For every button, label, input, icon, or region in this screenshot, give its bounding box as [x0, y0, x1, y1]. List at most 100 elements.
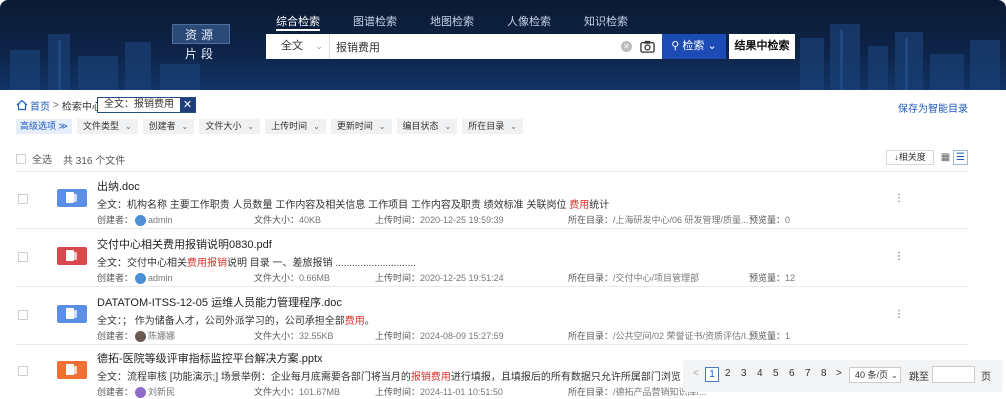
page-7[interactable]: 7 — [805, 368, 811, 379]
tab-portrait[interactable]: 人像检索 — [507, 13, 551, 31]
row-checkbox[interactable] — [18, 194, 28, 204]
avatar — [135, 387, 147, 399]
file-snippet: 全文：机构名称 主要工作职责 人员数量 工作内容及相关信息 工作项目 工作内容及… — [97, 200, 610, 211]
file-size: 文件大小：40KB — [254, 215, 322, 225]
creator: 创建者： admin — [97, 273, 173, 285]
directory: 所在目录：/上海研发中心/06 研发管理/质量... — [568, 215, 749, 225]
chevron-down-icon: ⌄ — [247, 122, 255, 131]
tab-comprehensive[interactable]: 综合检索 — [276, 13, 320, 31]
mode-resource[interactable]: 资源 — [172, 24, 230, 44]
file-title[interactable]: 出纳.doc — [97, 178, 140, 194]
file-size: 文件大小：101.67MB — [254, 387, 341, 397]
pagination: < 1 2 3 4 5 6 7 8 > 40 条/页 ⌄ 跳至 页 — [683, 360, 1003, 392]
camera-icon[interactable] — [640, 39, 655, 54]
scope-select[interactable]: 全文 ⌄ — [266, 34, 330, 59]
directory: 所在目录：/交付中心/项目管理部 — [568, 273, 700, 283]
page-8[interactable]: 8 — [821, 368, 827, 379]
chevron-down-icon: ⌄ — [510, 122, 517, 131]
close-icon[interactable]: ✕ — [180, 98, 195, 112]
file-title[interactable]: DATATOM-ITSS-12-05 运维人员能力管理程序.doc — [97, 294, 342, 310]
ppt-file-icon — [57, 361, 87, 379]
tab-graph[interactable]: 图谱检索 — [353, 13, 397, 31]
save-smart-directory-link[interactable]: 保存为智能目录 — [898, 100, 968, 115]
chevron-down-icon: ⌄ — [378, 122, 386, 131]
clear-icon[interactable]: ✕ — [621, 41, 632, 52]
advanced-options-button[interactable]: 高级选项 ≫ — [16, 119, 72, 134]
file-snippet: 全文：流程审核 [功能演示;] 场景举例：企业每月底需要各部门将当月的报销费用进… — [97, 372, 681, 383]
more-icon[interactable]: ⋮ — [894, 309, 904, 320]
search-banner: 资源 片段 综合检索 图谱检索 地图检索 人像检索 知识检索 全文 ⌄ ✕ ⚲ … — [0, 0, 1006, 90]
creator: 创建者： admin — [97, 215, 173, 227]
tab-knowledge[interactable]: 知识检索 — [584, 13, 628, 31]
page-current[interactable]: 1 — [705, 367, 719, 382]
jump-page-input[interactable] — [932, 366, 975, 383]
page-size-select[interactable]: 40 条/页 ⌄ — [849, 367, 901, 383]
select-all-label: 全选 — [32, 155, 52, 166]
search-in-results-button[interactable]: 结果中检索 — [729, 34, 795, 59]
list-header: 全选 共 316 个文件 ↓相关度 ▦ ☰ — [16, 150, 968, 167]
row-checkbox[interactable] — [18, 310, 28, 320]
breadcrumb-current: 检索中心 — [61, 101, 102, 113]
list-view-icon[interactable]: ☰ — [953, 150, 968, 165]
prev-page-button[interactable]: < — [693, 368, 699, 379]
file-size: 文件大小：32.55KB — [254, 331, 334, 341]
word-file-icon — [57, 305, 87, 323]
mode-fragment[interactable]: 片段 — [172, 44, 230, 64]
breadcrumb-home[interactable]: 首页 — [30, 98, 50, 113]
query-tag-label: 全文：报销费用 — [98, 98, 180, 112]
filter-bar: 高级选项 ≫ 文件类型 ⌄ 创建者 ⌄ 文件大小 ⌄ 上传时间 ⌄ 更新时间 ⌄ 编目状态… — [16, 119, 523, 135]
search-tabs: 综合检索 图谱检索 地图检索 人像检索 知识检索 — [276, 13, 661, 31]
creator: 创建者： 陈娜娜 — [97, 331, 176, 343]
more-icon[interactable]: ⋮ — [894, 193, 904, 204]
grid-view-icon[interactable]: ▦ — [939, 150, 952, 165]
breadcrumb-separator: > — [53, 99, 59, 111]
avatar — [135, 331, 147, 343]
avatar — [135, 215, 147, 227]
view-count: 预览量：1 — [749, 331, 791, 341]
word-file-icon — [57, 189, 87, 207]
query-tag: 全文：报销费用 ✕ — [97, 97, 196, 113]
chevron-down-icon: ⌄ — [313, 122, 320, 131]
table-row[interactable]: 出纳.doc 全文：机构名称 主要工作职责 人员数量 工作内容及相关信息 工作项… — [16, 172, 968, 229]
filter-catalog-status[interactable]: 编目状态 ⌄ — [396, 119, 458, 134]
avatar — [135, 273, 147, 285]
file-title[interactable]: 交付中心相关费用报销说明0830.pdf — [97, 236, 272, 252]
row-checkbox[interactable] — [18, 366, 28, 376]
filter-creator[interactable]: 创建者 ⌄ — [142, 119, 195, 134]
result-count: 共 316 个文件 — [63, 156, 126, 167]
row-checkbox[interactable] — [18, 252, 28, 262]
select-all-checkbox[interactable] — [16, 153, 26, 164]
table-row[interactable]: 交付中心相关费用报销说明0830.pdf 全文：交付中心相关费用报销说明 目录 … — [16, 230, 968, 287]
filter-file-type[interactable]: 文件类型 ⌄ — [76, 119, 138, 134]
page-2[interactable]: 2 — [725, 368, 731, 379]
page-5[interactable]: 5 — [773, 368, 779, 379]
highlight: 报销费用 — [410, 372, 451, 383]
filter-directory[interactable]: 所在目录 ⌄ — [462, 119, 523, 134]
upload-time: 上传时间：2020-12-25 19:51:24 — [375, 273, 504, 283]
pdf-file-icon — [57, 247, 87, 265]
file-title[interactable]: 德拓-医院等级评审指标监控平台解决方案.pptx — [97, 350, 323, 366]
page-6[interactable]: 6 — [789, 368, 795, 379]
highlight: 费用报销 — [187, 258, 227, 269]
filter-upload-time[interactable]: 上传时间 ⌄ — [265, 119, 326, 134]
highlight: 费用 — [569, 200, 590, 211]
table-row[interactable]: DATATOM-ITSS-12-05 运维人员能力管理程序.doc 全文：； 作… — [16, 288, 968, 345]
select-all[interactable]: 全选 — [16, 151, 52, 166]
sort-relevance-button[interactable]: ↓相关度 — [886, 150, 934, 165]
search-button[interactable]: ⚲ 检索 ⌄ — [662, 34, 726, 59]
more-icon[interactable]: ⋮ — [894, 251, 904, 262]
filter-file-size[interactable]: 文件大小 ⌄ — [199, 119, 261, 134]
chevron-down-icon: ⌄ — [124, 122, 132, 131]
tab-map[interactable]: 地图检索 — [430, 13, 474, 31]
file-size: 文件大小：0.66MB — [254, 273, 331, 283]
chevron-down-icon: ⌄ — [444, 122, 452, 131]
next-page-button[interactable]: > — [836, 368, 842, 379]
page-4[interactable]: 4 — [757, 368, 763, 379]
filter-update-time[interactable]: 更新时间 ⌄ — [330, 119, 392, 134]
breadcrumb: 首页 > 检索中心 — [16, 97, 102, 113]
upload-time: 上传时间：2024-08-09 15:27:59 — [375, 331, 504, 341]
search-input[interactable] — [336, 37, 606, 56]
search-icon: ⚲ — [671, 40, 680, 52]
page-3[interactable]: 3 — [741, 368, 747, 379]
chevron-down-icon: ⌄ — [181, 122, 189, 131]
